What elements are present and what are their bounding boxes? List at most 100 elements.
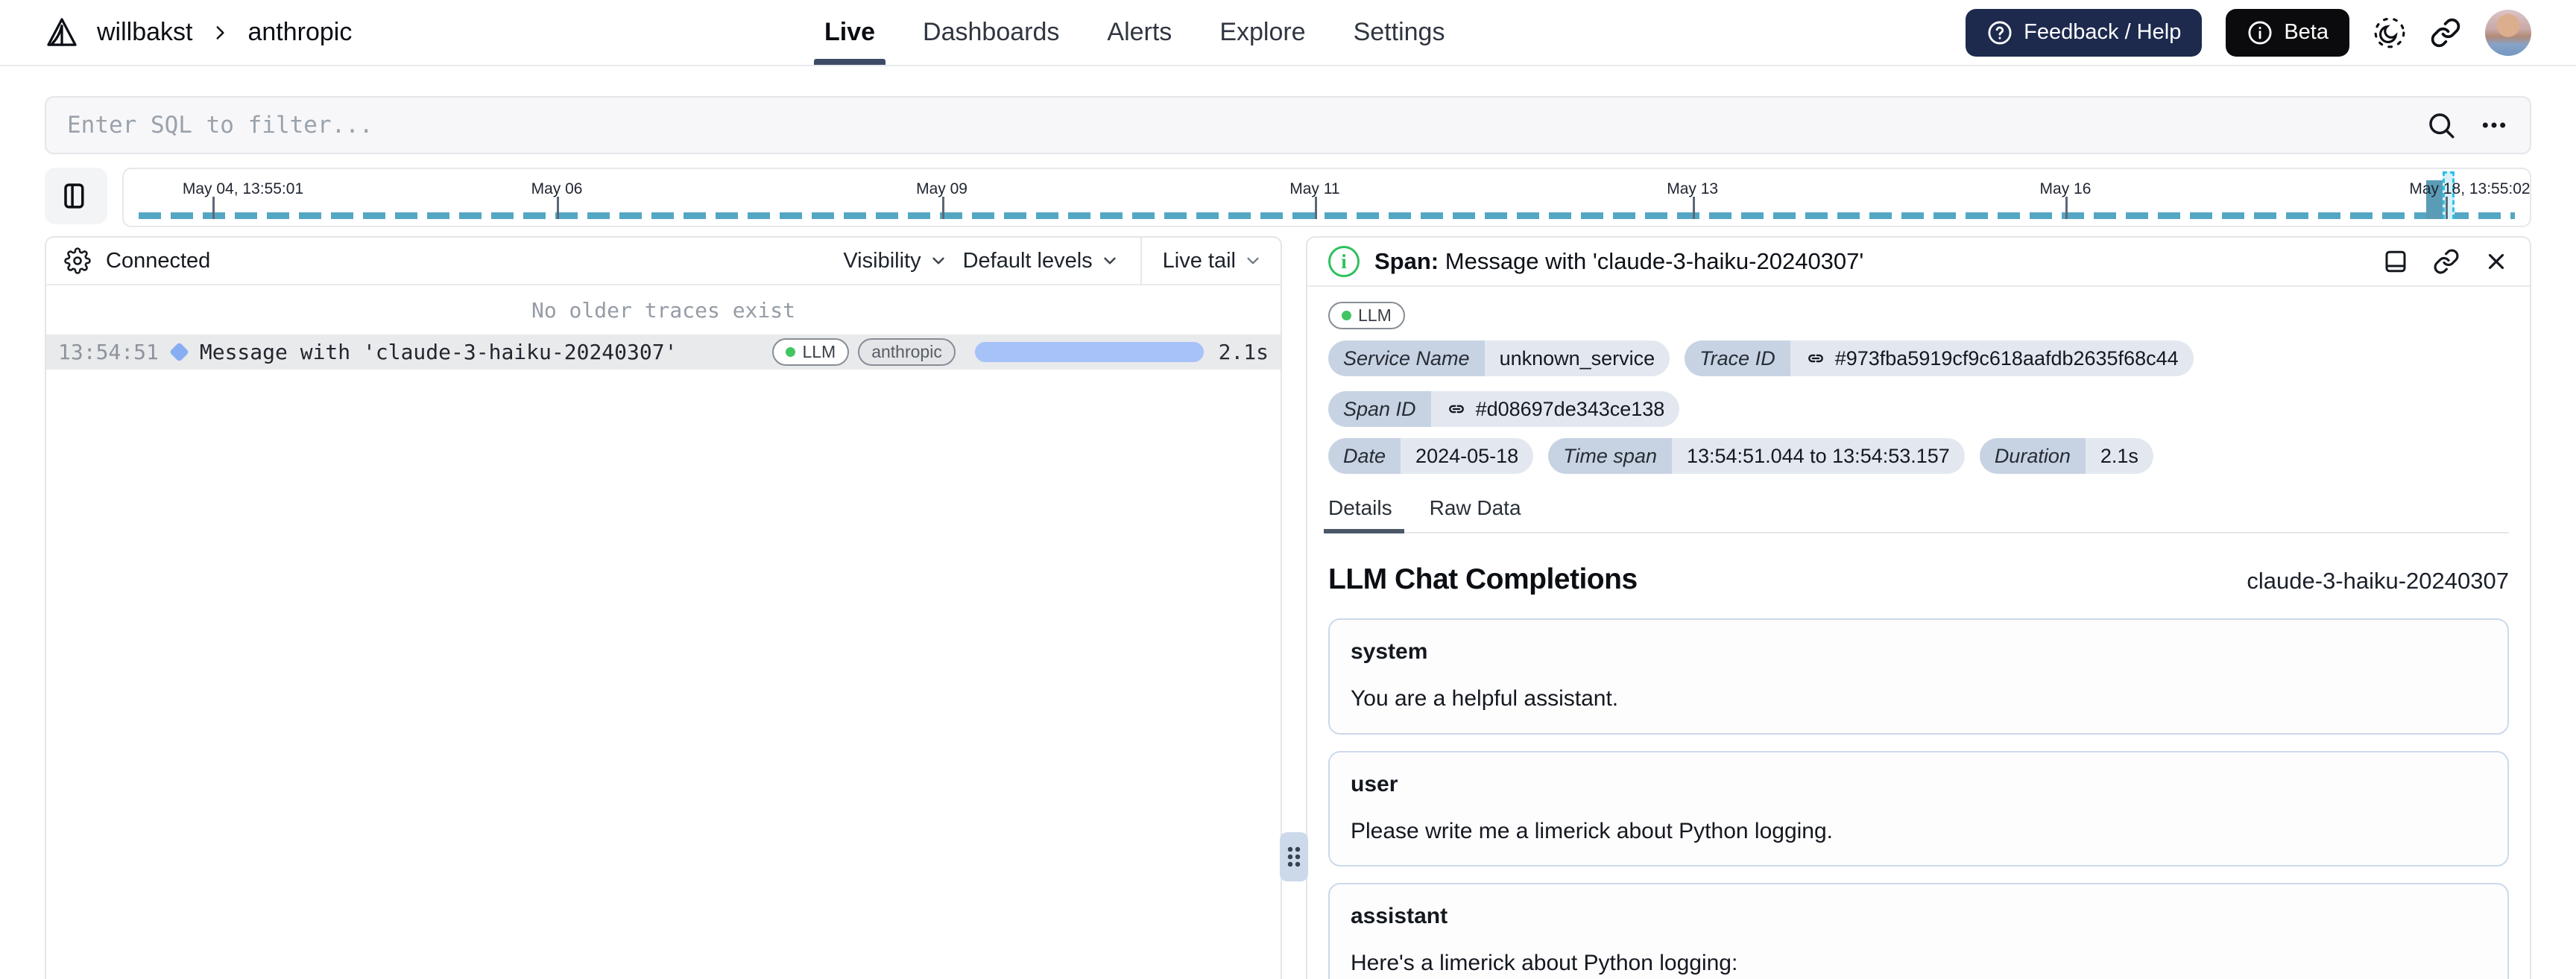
beta-button[interactable]: Beta [2226, 8, 2349, 57]
logfire-app: willbakst anthropic Live Dashboards Aler… [0, 0, 2576, 979]
question-circle-icon [1986, 19, 2013, 46]
model-name: claude-3-haiku-20240307 [2247, 568, 2509, 594]
more-options-icon[interactable] [2479, 110, 2509, 140]
chain-link-icon [1805, 348, 1826, 369]
service-name-chip: Service Name unknown_service [1328, 340, 1670, 376]
breadcrumb-org[interactable]: willbakst [97, 18, 192, 47]
grip-dots-icon [1287, 846, 1301, 868]
llm-section-header: LLM Chat Completions claude-3-haiku-2024… [1328, 563, 2509, 596]
sql-filter-bar [45, 96, 2531, 154]
tick-label: May 16 [2039, 180, 2092, 197]
tick-line [941, 197, 944, 219]
span-header-actions [2382, 248, 2509, 275]
message-text: Here's a limerick about Python logging: [1351, 951, 1738, 976]
histogram-baseline [139, 212, 2515, 219]
message-card-assistant: assistant Here's a limerick about Python… [1328, 883, 2509, 979]
trace-histogram[interactable]: May 04, 13:55:01 May 06 May 09 May 11 Ma… [122, 168, 2531, 227]
logfire-logo-icon[interactable] [45, 16, 79, 50]
close-panel-button[interactable] [2484, 249, 2509, 274]
panel-resize-handle[interactable] [1280, 832, 1308, 881]
traces-panel: Connected Visibility Default levels Live… [45, 236, 1282, 979]
traces-panel-header: Connected Visibility Default levels Live… [46, 238, 1281, 285]
tick-line [557, 197, 560, 219]
close-icon [2484, 249, 2509, 274]
tab-settings[interactable]: Settings [1354, 0, 1445, 65]
tick-line [212, 197, 215, 219]
message-text: Please write me a limerick about Python … [1351, 818, 1833, 843]
sidebar-toggle-button[interactable] [45, 168, 107, 224]
span-title: Span: Message with 'claude-3-haiku-20240… [1374, 248, 1864, 274]
trace-duration: 2.1s [1218, 340, 1269, 364]
tab-dashboards[interactable]: Dashboards [923, 0, 1059, 65]
tab-live[interactable]: Live [813, 0, 886, 65]
llm-tag[interactable]: LLM [772, 338, 850, 366]
section-title: LLM Chat Completions [1328, 563, 1638, 595]
time-span-chip: Time span 13:54:51.044 to 13:54:53.157 [1548, 438, 1965, 474]
trace-timestamp: 13:54:51 [58, 340, 159, 364]
connection-status: Connected [106, 248, 211, 273]
tab-explore[interactable]: Explore [1219, 0, 1305, 65]
theme-toggle-button[interactable] [2373, 16, 2406, 49]
visibility-dropdown[interactable]: Visibility [843, 249, 947, 273]
user-avatar[interactable] [2485, 9, 2531, 56]
tab-details[interactable]: Details [1324, 496, 1404, 533]
feedback-help-button[interactable]: Feedback / Help [1966, 8, 2203, 57]
tick-line [1692, 197, 1695, 219]
panel-bottom-icon [2382, 248, 2409, 275]
green-dot-icon [1342, 311, 1351, 320]
message-role: user [1351, 771, 1398, 796]
no-older-traces-message: No older traces exist [531, 297, 795, 323]
tick-label-start: May 04, 13:55:01 [182, 180, 304, 197]
trace-id-chip[interactable]: Trace ID #973fba5919cf9c618aafdb2635f68c… [1685, 340, 2194, 376]
scope-tag[interactable]: anthropic [858, 338, 956, 366]
info-circle-icon [2247, 19, 2273, 46]
duration-chip: Duration 2.1s [1979, 438, 2153, 474]
llm-tag: LLM [1328, 302, 1405, 329]
gear-icon[interactable] [64, 247, 91, 274]
date-chip: Date 2024-05-18 [1328, 438, 1534, 474]
theme-auto-icon [2373, 16, 2406, 49]
trace-duration-bar[interactable] [974, 342, 1204, 362]
trace-title: Message with 'claude-3-haiku-20240307' [199, 340, 678, 364]
panel-gap [1280, 236, 1308, 979]
breadcrumb-separator-icon [210, 23, 230, 42]
message-role: assistant [1351, 904, 1448, 929]
sql-filter-input[interactable] [67, 112, 2403, 139]
message-role: system [1351, 639, 1428, 664]
link-icon [2430, 17, 2461, 48]
tab-alerts[interactable]: Alerts [1107, 0, 1172, 65]
dock-panel-button[interactable] [2382, 248, 2409, 275]
message-card-user: user Please write me a limerick about Py… [1328, 750, 2509, 867]
top-nav: willbakst anthropic Live Dashboards Aler… [0, 0, 2576, 66]
message-card-system: system You are a helpful assistant. [1328, 618, 2509, 735]
tick-line [1314, 197, 1317, 219]
main-area: Connected Visibility Default levels Live… [45, 236, 2531, 979]
search-icon[interactable] [2425, 110, 2457, 141]
tick-label: May 09 [916, 180, 967, 197]
chevron-down-icon [1100, 251, 1120, 270]
header-actions: Feedback / Help Beta [1966, 8, 2531, 57]
timeline-section: May 04, 13:55:01 May 06 May 09 May 11 Ma… [45, 168, 2531, 227]
link-icon [2433, 248, 2460, 275]
span-attributes-row-2: Date 2024-05-18 Time span 13:54:51.044 t… [1328, 438, 2509, 474]
copy-span-link-button[interactable] [2433, 248, 2460, 275]
breadcrumb-project[interactable]: anthropic [247, 18, 352, 47]
span-detail-tabs: Details Raw Data [1324, 496, 2509, 533]
span-info-icon: i [1328, 246, 1360, 277]
span-detail-panel: i Span: Message with 'claude-3-haiku-202… [1306, 236, 2531, 979]
span-attributes-row-1: Service Name unknown_service Trace ID #9… [1328, 340, 2509, 427]
breadcrumb: willbakst anthropic [45, 16, 352, 50]
tick-label: May 13 [1667, 180, 1719, 197]
tick-line [2065, 197, 2068, 219]
share-link-button[interactable] [2430, 17, 2461, 48]
panel-left-icon [60, 180, 92, 212]
chevron-down-icon [929, 251, 948, 270]
tab-raw-data[interactable]: Raw Data [1430, 496, 1521, 532]
span-id-chip[interactable]: Span ID #d08697de343ce138 [1328, 391, 1680, 427]
span-detail-header: i Span: Message with 'claude-3-haiku-202… [1307, 238, 2530, 287]
span-detail-body: LLM Service Name unknown_service Trace I… [1307, 287, 2530, 979]
chain-link-icon [1446, 399, 1467, 419]
live-tail-dropdown[interactable]: Live tail [1163, 249, 1263, 273]
default-levels-dropdown[interactable]: Default levels [963, 249, 1120, 273]
trace-row[interactable]: 13:54:51 Message with 'claude-3-haiku-20… [46, 335, 1281, 370]
